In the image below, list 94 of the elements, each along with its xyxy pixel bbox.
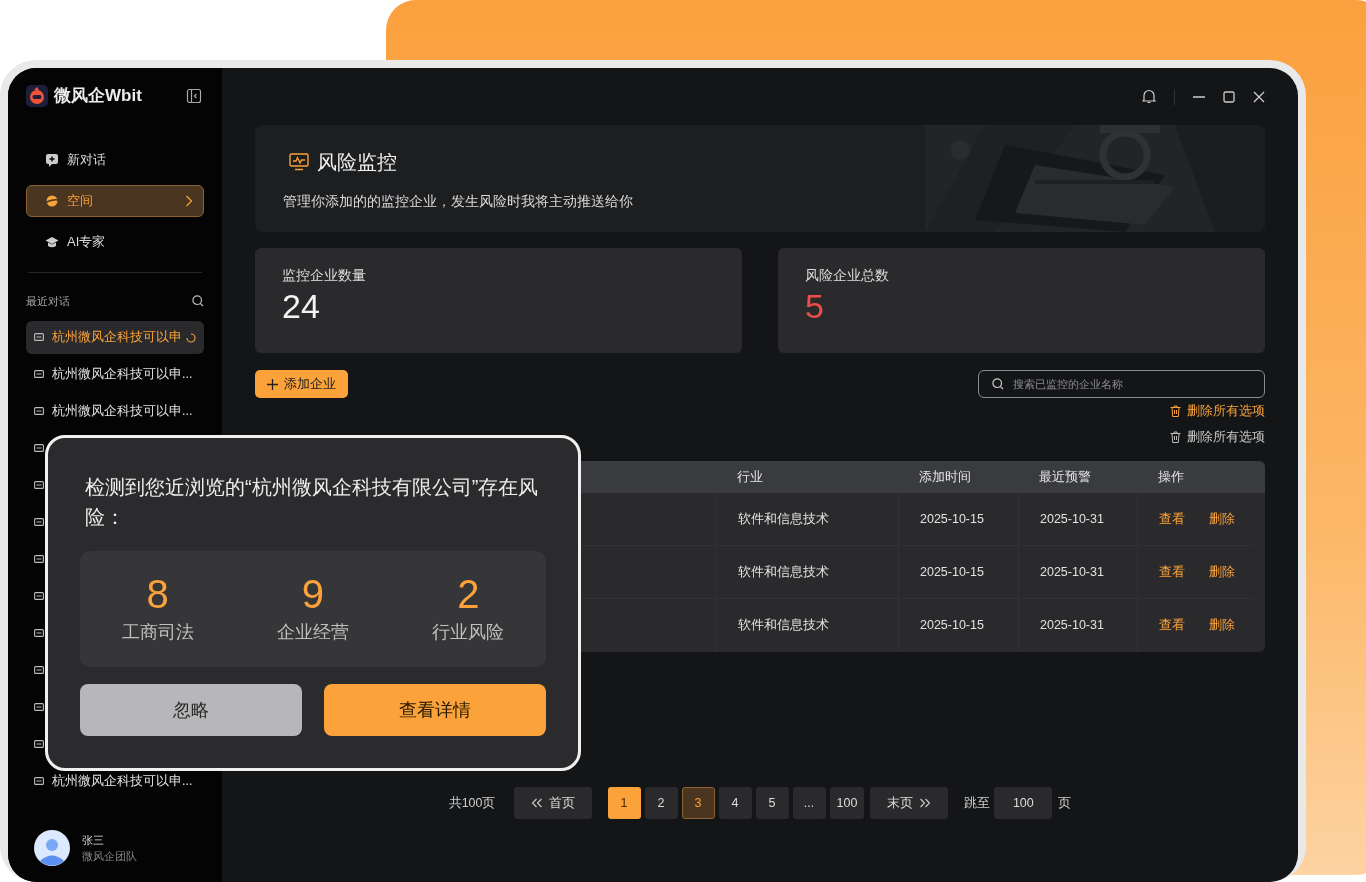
chat-icon — [34, 629, 44, 638]
chat-item[interactable]: 杭州微风企科技可以申... — [26, 395, 204, 428]
avatar — [34, 830, 70, 866]
page-button[interactable]: 3 — [681, 787, 715, 819]
chat-icon — [34, 333, 44, 342]
page-button[interactable]: 1 — [607, 787, 641, 819]
chat-icon — [34, 777, 44, 786]
page-subtitle: 管理你添加的的监控企业，发生风险时我将主动推送给你 — [283, 192, 634, 211]
chat-icon — [34, 666, 44, 675]
table-cell: 2025-10-15 — [898, 599, 1018, 652]
chat-item[interactable]: 杭州微风企科技可以申... — [26, 765, 204, 798]
search-icon — [992, 378, 1004, 390]
trash-icon — [1170, 431, 1181, 443]
last-page-button[interactable]: 末页 — [870, 787, 949, 819]
column-header: 添加时间 — [918, 468, 972, 486]
stat-label: 风险企业总数 — [805, 266, 890, 285]
loading-spinner-icon — [186, 332, 196, 343]
column-header: 行业 — [736, 468, 764, 486]
page-input[interactable]: 100 — [994, 787, 1053, 819]
table-cell: 2025-10-15 — [898, 493, 1018, 545]
metric-value: 9 — [301, 572, 325, 615]
ignore-button[interactable]: 忽略 — [80, 684, 302, 736]
metric-label: 行业风险 — [432, 620, 505, 644]
page-total: 共100页 — [448, 794, 496, 812]
action-link[interactable]: 删除 — [1209, 562, 1235, 582]
metric-label: 工商司法 — [121, 620, 194, 644]
table-cell: 软件和信息技术 — [716, 546, 898, 598]
popup-message: 检测到您近浏览的“杭州微风企科技有限公司”存在风险： — [84, 475, 540, 530]
stat-label: 监控企业数量 — [282, 266, 367, 285]
close-icon[interactable] — [1253, 90, 1265, 103]
page-button[interactable]: 5 — [755, 787, 789, 819]
double-chevron-left-icon — [530, 798, 543, 808]
chat-icon — [34, 555, 44, 564]
collapse-sidebar-icon[interactable] — [186, 88, 202, 104]
delete-all-link[interactable]: 删除所有选项 — [1170, 427, 1265, 447]
page-button[interactable]: 2 — [644, 787, 678, 819]
chat-icon — [34, 370, 44, 379]
chat-icon — [34, 407, 44, 416]
action-link[interactable]: 查看 — [1159, 562, 1185, 582]
monitor-chart-icon — [289, 153, 309, 171]
search-field[interactable]: 搜索已监控的企业名称 — [978, 370, 1265, 398]
chat-icon — [34, 444, 44, 453]
plus-icon — [267, 378, 278, 390]
team-name: 微风企团队 — [82, 849, 137, 864]
menu-item[interactable]: AI专家 — [26, 226, 204, 258]
chat-item[interactable]: 杭州微风企科技可以申 — [26, 321, 204, 354]
chat-icon — [34, 518, 44, 527]
column-header: 最近预警 — [1038, 468, 1092, 486]
chat-icon — [34, 592, 44, 601]
user-name: 张三 — [82, 832, 105, 848]
search-icon[interactable] — [192, 295, 204, 307]
page-unit: 页 — [1058, 794, 1072, 812]
graduation-cap-icon — [45, 235, 59, 249]
table-cell: 2025-10-31 — [1018, 493, 1137, 545]
trash-icon — [1170, 405, 1181, 417]
notification-bell-icon[interactable] — [1142, 89, 1156, 104]
menu-item[interactable]: 空间 — [26, 185, 204, 217]
first-page-button[interactable]: 首页 — [513, 787, 592, 819]
page-button[interactable]: 4 — [718, 787, 752, 819]
table-cell: 2025-10-31 — [1018, 546, 1137, 598]
chat-icon — [34, 740, 44, 749]
stat-value: 5 — [805, 286, 825, 327]
page-title: 风险监控 — [317, 150, 397, 175]
planet-icon — [45, 194, 59, 208]
action-link[interactable]: 查看 — [1159, 509, 1185, 529]
delete-all-link[interactable]: 删除所有选项 — [1170, 401, 1265, 421]
metric-value: 2 — [457, 572, 480, 615]
page-button[interactable]: ... — [792, 787, 826, 819]
maximize-icon[interactable] — [1223, 90, 1235, 103]
page-button[interactable]: 100 — [829, 787, 865, 819]
chat-icon — [34, 703, 44, 712]
jump-label: 跳至 — [964, 794, 991, 812]
table-cell: 2025-10-15 — [898, 546, 1018, 598]
add-company-button[interactable]: 添加企业 — [255, 370, 348, 398]
section-heading: 最近对话 — [26, 293, 70, 309]
action-link[interactable]: 删除 — [1209, 509, 1235, 529]
action-link[interactable]: 删除 — [1209, 616, 1235, 635]
app-name: 微风企Wbit — [54, 85, 142, 108]
table-cell: 2025-10-31 — [1018, 599, 1137, 652]
action-link[interactable]: 查看 — [1159, 616, 1185, 635]
stat-value: 24 — [282, 286, 321, 327]
metric-value: 8 — [146, 572, 169, 615]
table-cell: 软件和信息技术 — [716, 493, 898, 545]
view-details-button[interactable]: 查看详情 — [324, 684, 546, 736]
chevron-right-icon — [185, 195, 193, 207]
column-header: 操作 — [1157, 468, 1185, 486]
chat-item[interactable]: 杭州微风企科技可以申... — [26, 358, 204, 391]
double-chevron-right-icon — [919, 798, 932, 808]
metric-label: 企业经营 — [277, 620, 349, 644]
logo-icon — [26, 85, 48, 107]
menu-item[interactable]: 新对话 — [26, 144, 204, 176]
table-cell: 软件和信息技术 — [716, 599, 898, 652]
chat-icon — [34, 481, 44, 490]
new-chat-icon — [45, 153, 59, 167]
